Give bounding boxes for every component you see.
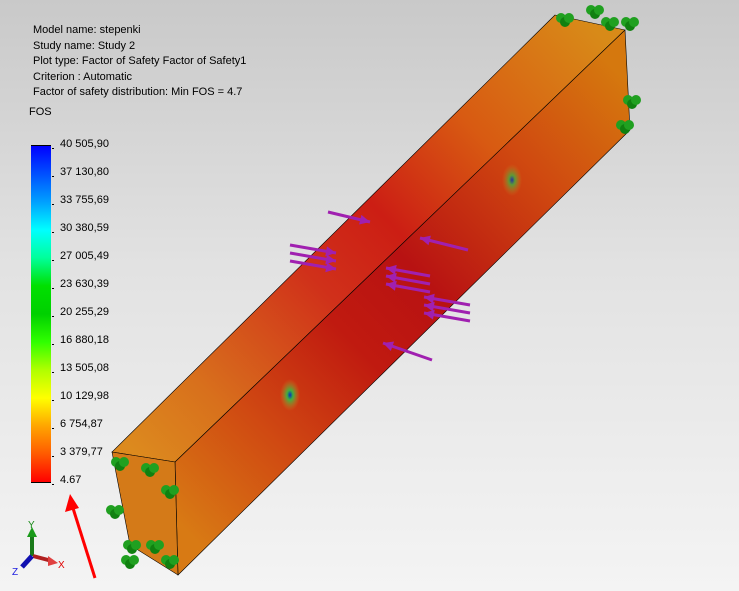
stress-hotspot [280, 379, 300, 411]
fixture-icon [564, 13, 574, 23]
annotation-arrowhead [65, 494, 79, 512]
axis-x-label: X [58, 560, 65, 571]
fixture-icon [169, 485, 179, 495]
fixture-icon [149, 463, 159, 473]
fixture-icon [629, 17, 639, 27]
axis-z-label: Z [12, 567, 18, 578]
fixture-icon [169, 555, 179, 565]
beam-side-face [174, 29, 631, 576]
fixture-icon [119, 457, 129, 467]
fixture-icon [631, 95, 641, 105]
fixture-icon [609, 17, 619, 27]
annotation-arrow [70, 504, 97, 579]
beam-top-face [111, 14, 626, 463]
axis-triad: Y X Z [12, 520, 65, 578]
fixture-icon [129, 555, 139, 565]
model-viewport[interactable]: Y X Z [0, 0, 739, 591]
fixture-icon [114, 505, 124, 515]
fixture-icon [624, 120, 634, 130]
axis-y-label: Y [28, 520, 35, 531]
stress-hotspot [502, 164, 522, 196]
fixture-icon [154, 540, 164, 550]
fixture-icon [594, 5, 604, 15]
fixture-icon [131, 540, 141, 550]
